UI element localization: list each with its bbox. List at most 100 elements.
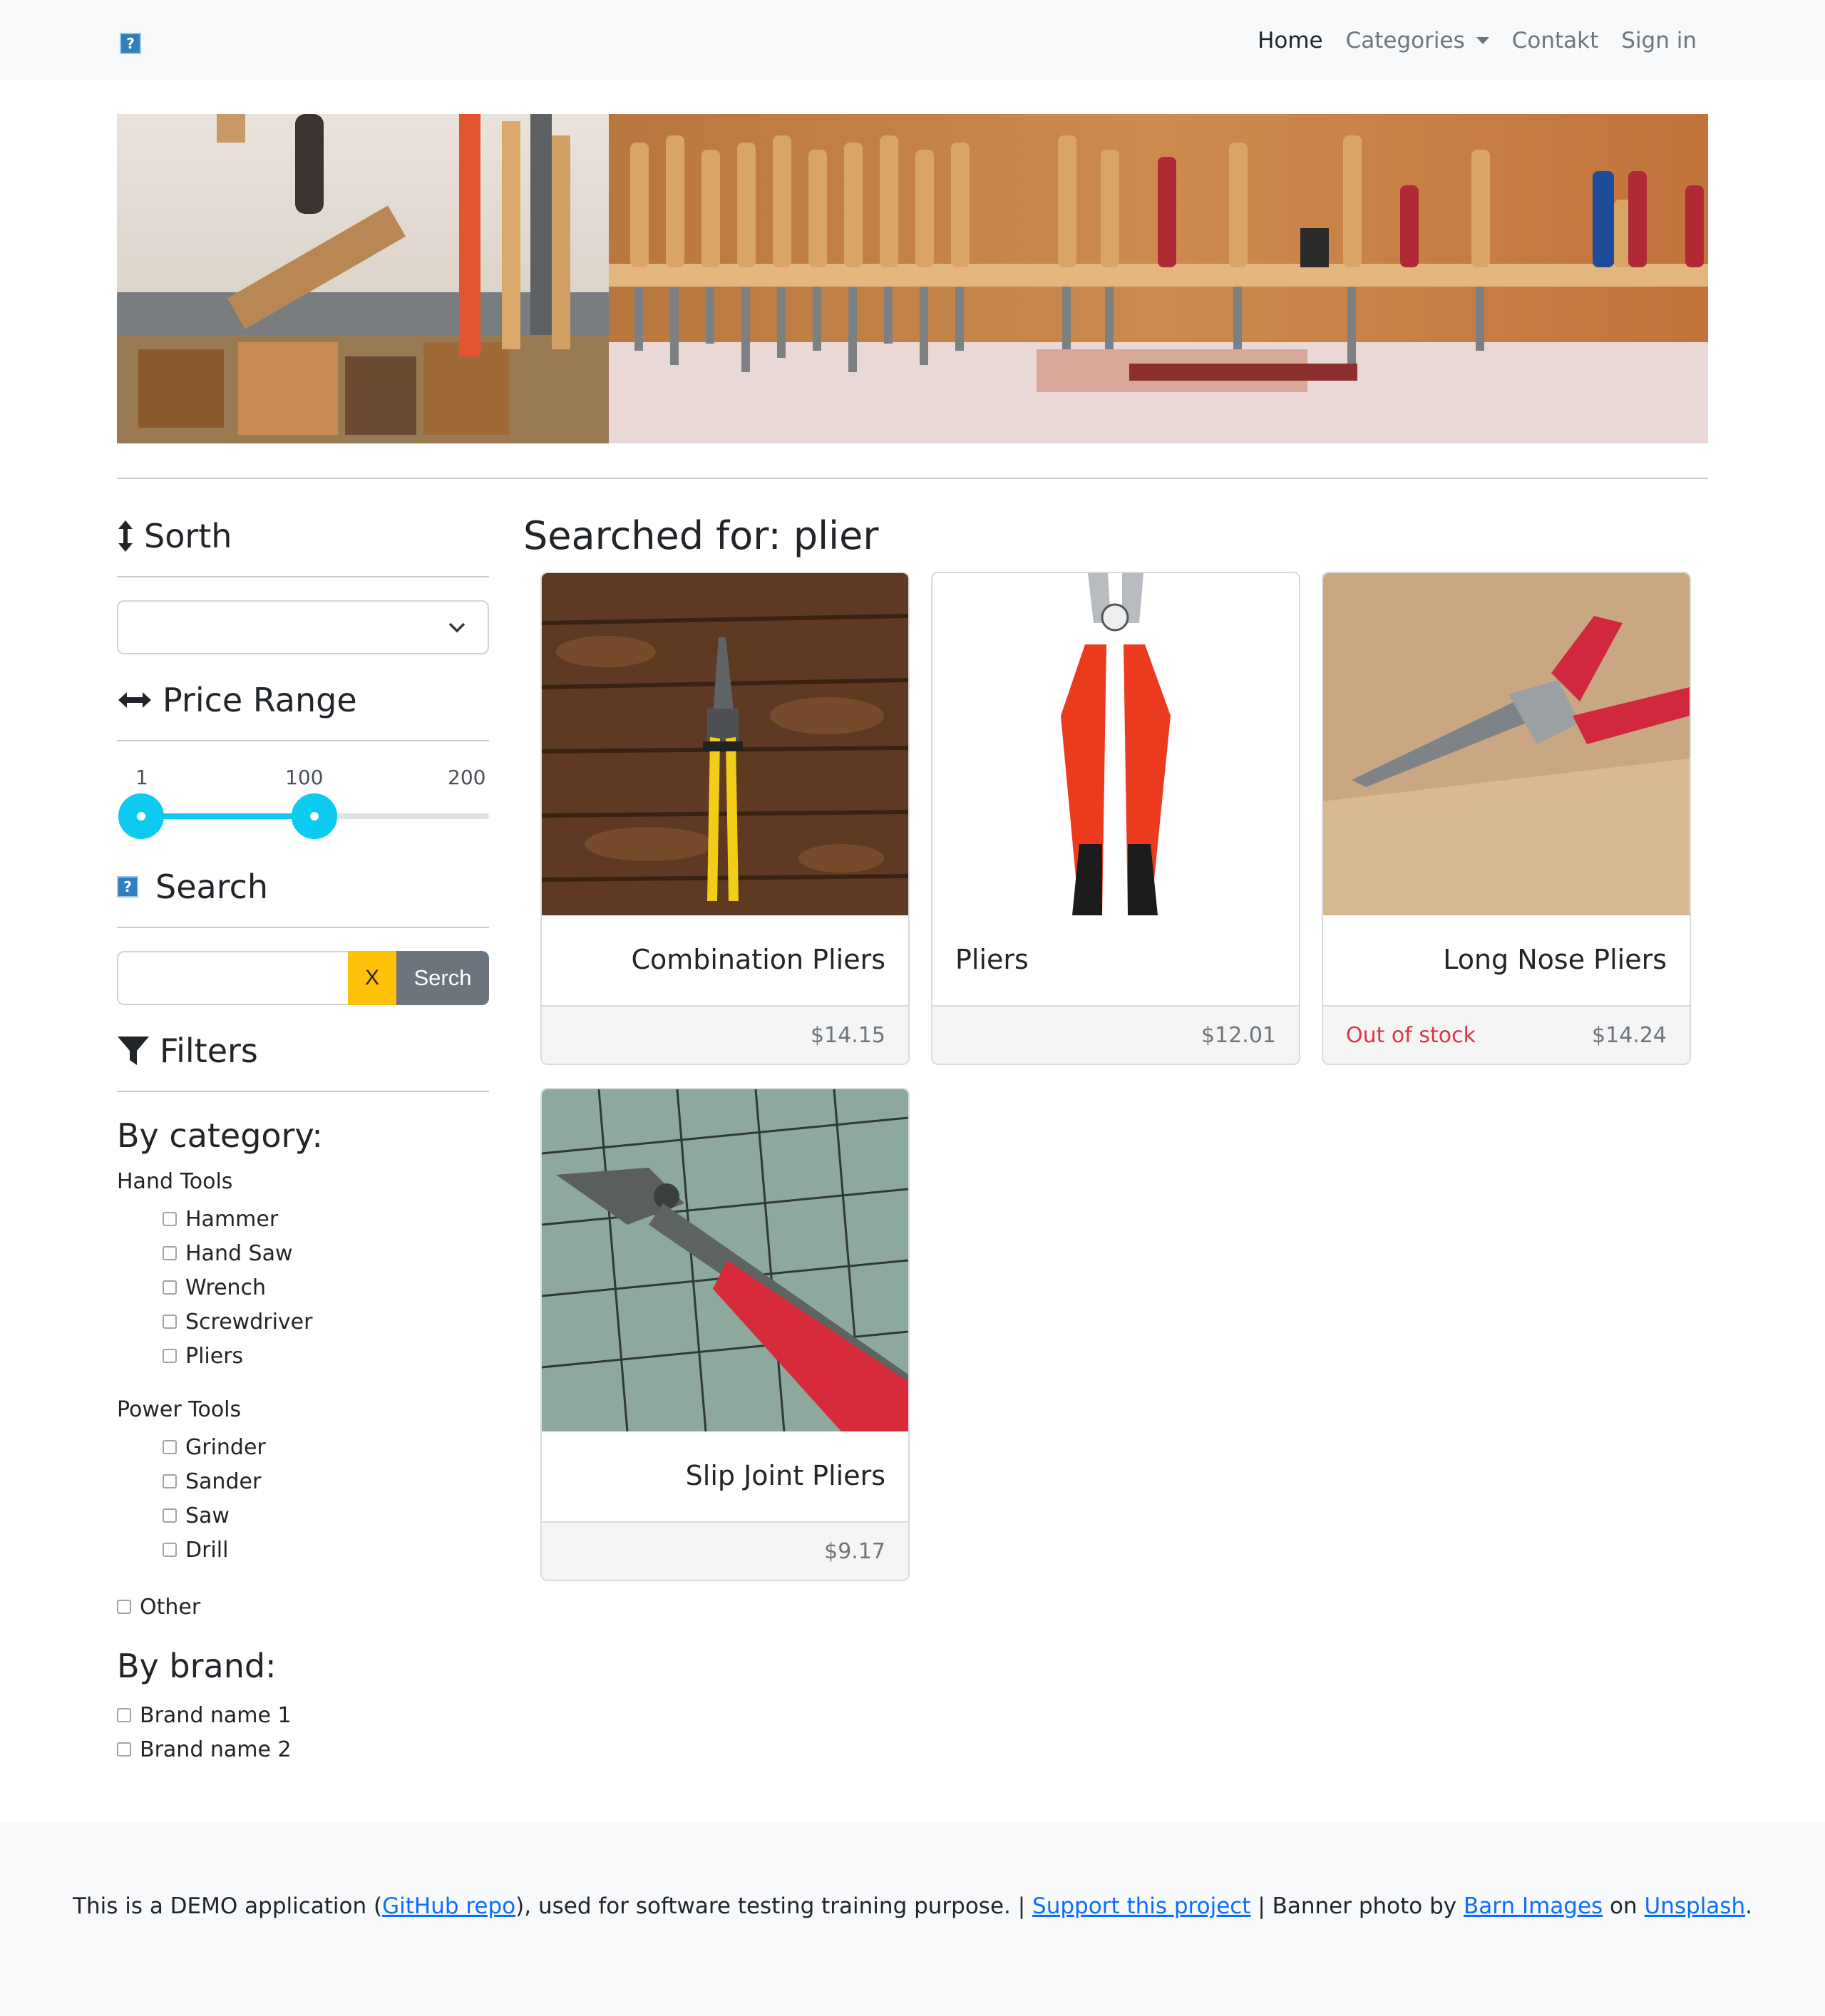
filter-label: Drill xyxy=(185,1537,229,1563)
checkbox[interactable] xyxy=(163,1474,177,1488)
filter-wrench[interactable]: Wrench xyxy=(163,1273,266,1302)
filter-hand-saw[interactable]: Hand Saw xyxy=(163,1239,293,1267)
checkbox[interactable] xyxy=(163,1315,177,1329)
filter-label: Saw xyxy=(185,1503,230,1528)
nav-categories-label: Categories xyxy=(1345,28,1465,53)
checkbox[interactable] xyxy=(163,1440,177,1454)
banner-image xyxy=(117,114,1708,443)
product-name[interactable]: Long Nose Pliers xyxy=(1346,944,1667,975)
category-group-label: Hand Tools xyxy=(117,1169,233,1194)
broken-image-icon: ? xyxy=(117,876,145,898)
filter-hammer[interactable]: Hammer xyxy=(163,1205,278,1233)
product-price: $9.17 xyxy=(824,1538,885,1564)
price-slider-fill xyxy=(141,813,314,819)
price-slider-min-handle[interactable] xyxy=(118,793,164,839)
stock-status: Out of stock xyxy=(1346,1022,1476,1048)
card-footer: $9.17 xyxy=(542,1521,908,1580)
product-card[interactable]: Combination Pliers $14.15 xyxy=(540,572,910,1065)
nav-contact[interactable]: Contakt xyxy=(1512,28,1599,53)
filter-label: Brand name 1 xyxy=(140,1702,292,1728)
filter-label: Wrench xyxy=(185,1275,266,1300)
unsplash-link[interactable]: Unsplash xyxy=(1645,1893,1746,1919)
search-button[interactable]: Serch xyxy=(396,951,489,1005)
broken-image-icon[interactable]: ? xyxy=(120,33,141,54)
nav-sign-in[interactable]: Sign in xyxy=(1621,28,1697,53)
sort-heading-text: Sorth xyxy=(144,517,232,555)
by-category-heading: By category: xyxy=(117,1116,323,1155)
filter-label: Screwdriver xyxy=(185,1309,313,1334)
checkbox[interactable] xyxy=(117,1708,131,1722)
filter-other[interactable]: Other xyxy=(117,1593,200,1621)
price-range-heading-text: Price Range xyxy=(163,681,357,719)
checkbox[interactable] xyxy=(163,1246,177,1260)
nav-categories-dropdown[interactable]: Categories xyxy=(1346,28,1489,53)
card-footer: $14.15 xyxy=(542,1005,908,1064)
footer-banner-text: | Banner photo by xyxy=(1250,1893,1464,1919)
sort-heading: Sorth xyxy=(117,515,489,557)
filter-label: Other xyxy=(140,1594,201,1620)
product-card[interactable]: Slip Joint Pliers $9.17 xyxy=(540,1088,910,1581)
product-image[interactable] xyxy=(542,1089,908,1431)
by-brand-heading: By brand: xyxy=(117,1647,277,1685)
filter-brand-2[interactable]: Brand name 2 xyxy=(117,1735,292,1764)
checkbox[interactable] xyxy=(163,1212,177,1226)
filters-heading: Filters xyxy=(117,1029,489,1072)
product-image[interactable] xyxy=(542,573,908,915)
checkbox[interactable] xyxy=(163,1508,177,1523)
filter-screwdriver[interactable]: Screwdriver xyxy=(163,1307,312,1336)
filter-label: Sander xyxy=(185,1469,262,1494)
search-heading: ? Search xyxy=(117,865,489,908)
product-name[interactable]: Pliers xyxy=(955,944,1276,975)
slider-current-label: 100 xyxy=(285,766,324,789)
github-repo-link[interactable]: GitHub repo xyxy=(382,1893,515,1919)
filter-saw[interactable]: Saw xyxy=(163,1501,230,1530)
footer-middle: ), used for software testing training pu… xyxy=(515,1893,1033,1919)
filter-sander[interactable]: Sander xyxy=(163,1467,261,1496)
product-image[interactable] xyxy=(1323,573,1690,915)
filter-label: Pliers xyxy=(185,1343,244,1369)
filter-label: Hammer xyxy=(185,1206,279,1232)
slider-max-label: 200 xyxy=(448,766,486,789)
filter-label: Hand Saw xyxy=(185,1240,293,1266)
funnel-icon xyxy=(117,1036,150,1066)
filter-label: Brand name 2 xyxy=(140,1737,292,1762)
nav-home[interactable]: Home xyxy=(1258,28,1323,53)
checkbox[interactable] xyxy=(163,1349,177,1363)
checkbox[interactable] xyxy=(163,1280,177,1295)
card-footer: $12.01 xyxy=(932,1005,1299,1064)
page-title: Searched for: plier xyxy=(523,513,879,558)
filters-heading-text: Filters xyxy=(160,1032,258,1070)
slider-min-label: 1 xyxy=(135,766,148,789)
filter-pliers[interactable]: Pliers xyxy=(163,1342,243,1370)
nav-links: Home Categories Contakt Sign in xyxy=(1235,23,1697,58)
footer-prefix: This is a DEMO application ( xyxy=(73,1893,383,1919)
divider xyxy=(117,740,489,741)
search-group: X Serch xyxy=(117,951,489,1005)
product-name[interactable]: Slip Joint Pliers xyxy=(565,1460,885,1491)
filter-brand-1[interactable]: Brand name 1 xyxy=(117,1701,292,1729)
chevron-down-icon xyxy=(448,617,466,640)
search-input[interactable] xyxy=(117,951,348,1005)
product-image[interactable] xyxy=(932,573,1299,915)
checkbox[interactable] xyxy=(117,1742,131,1757)
filter-grinder[interactable]: Grinder xyxy=(163,1433,266,1461)
divider xyxy=(117,927,489,928)
support-project-link[interactable]: Support this project xyxy=(1032,1893,1250,1919)
filter-label: Grinder xyxy=(185,1434,266,1460)
clear-search-button[interactable]: X xyxy=(348,951,396,1005)
checkbox[interactable] xyxy=(117,1600,131,1614)
divider xyxy=(117,478,1708,479)
price-range-heading: Price Range xyxy=(117,679,489,721)
price-slider-max-handle[interactable] xyxy=(291,793,337,839)
filter-drill[interactable]: Drill xyxy=(163,1536,228,1564)
product-card[interactable]: Long Nose Pliers Out of stock $14.24 xyxy=(1322,572,1691,1065)
barn-images-link[interactable]: Barn Images xyxy=(1464,1893,1603,1919)
footer-on-text: on xyxy=(1603,1893,1645,1919)
product-card[interactable]: Pliers $12.01 xyxy=(931,572,1300,1065)
product-price: $12.01 xyxy=(1201,1022,1276,1048)
divider xyxy=(117,1091,489,1092)
checkbox[interactable] xyxy=(163,1543,177,1557)
product-name[interactable]: Combination Pliers xyxy=(565,944,885,975)
sort-select[interactable] xyxy=(117,600,489,654)
product-price: $14.15 xyxy=(811,1022,885,1048)
